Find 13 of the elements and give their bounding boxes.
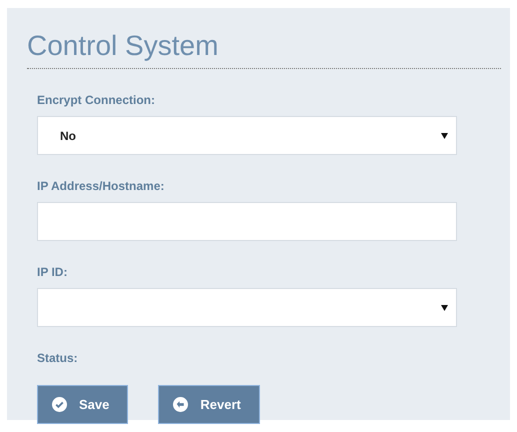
caret-icon <box>441 304 448 310</box>
revert-button[interactable]: Revert <box>158 385 260 424</box>
panel-title: Control System <box>27 30 501 69</box>
input-field[interactable] <box>37 202 457 241</box>
check-icon <box>52 397 67 412</box>
save-button[interactable]: Save <box>37 385 128 424</box>
status-label: Status: <box>37 351 79 365</box>
field-label: IP Address/Hostname: <box>37 179 166 193</box>
select-field[interactable] <box>37 288 457 327</box>
select-field[interactable]: No <box>37 116 457 155</box>
field-label: IP ID: <box>37 265 68 279</box>
field-label: Encrypt Connection: <box>37 93 156 107</box>
caret-icon <box>441 132 448 138</box>
